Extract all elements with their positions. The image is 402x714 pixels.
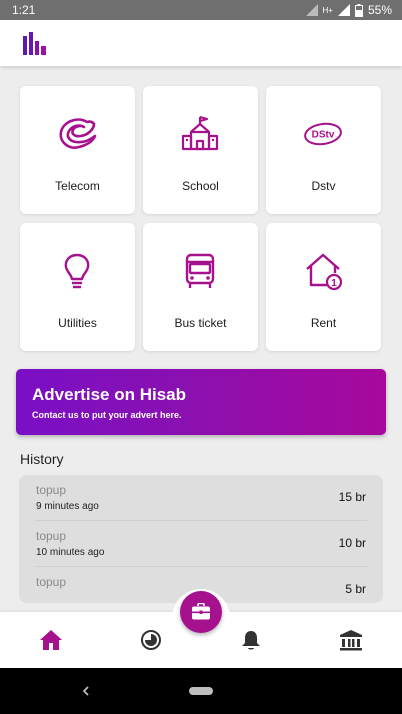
- transaction-type: topup: [36, 575, 67, 589]
- service-tile-rent[interactable]: 1 Rent: [266, 223, 381, 351]
- home-pill-button[interactable]: [189, 687, 213, 695]
- bus-icon: [185, 253, 215, 288]
- history-list[interactable]: topup 9 minutes ago 15 br topup 10 minut…: [19, 475, 383, 603]
- service-tile-utilities[interactable]: Utilities: [20, 223, 135, 351]
- home-icon: [40, 630, 62, 650]
- app-bar: [0, 20, 402, 66]
- briefcase-icon: [192, 603, 210, 620]
- system-navigation-bar: [0, 668, 402, 714]
- rent-badge-number: 1: [331, 278, 337, 289]
- bell-icon: [242, 631, 260, 650]
- service-label: Dstv: [311, 179, 336, 193]
- transaction-type: topup: [36, 483, 67, 497]
- ad-title: Advertise on Hisab: [32, 385, 186, 404]
- transaction-type: topup: [36, 529, 67, 543]
- status-time: 1:21: [12, 3, 36, 17]
- battery-icon: [354, 3, 363, 17]
- service-tile-school[interactable]: School: [143, 86, 258, 214]
- wallet-fab-button[interactable]: [180, 591, 222, 633]
- advertise-banner[interactable]: Advertise on Hisab Contact us to put you…: [16, 369, 386, 435]
- service-label: School: [182, 179, 219, 193]
- telecom-logo-icon: [59, 118, 97, 149]
- nav-bank[interactable]: [337, 626, 365, 654]
- transaction-time: 10 minutes ago: [36, 547, 105, 558]
- service-label: Bus ticket: [174, 316, 227, 330]
- bars-logo-icon: [23, 32, 46, 55]
- transaction-time: 9 minutes ago: [36, 501, 99, 512]
- service-label: Telecom: [55, 179, 100, 193]
- house-icon: 1: [306, 253, 343, 291]
- transaction-amount: 5 br: [345, 582, 366, 596]
- nav-home[interactable]: [37, 626, 65, 654]
- cell-signal-icon: [305, 4, 318, 16]
- dstv-logo-text: DStv: [312, 130, 335, 141]
- back-chevron-icon[interactable]: [80, 682, 92, 700]
- lightbulb-icon: [64, 253, 90, 289]
- nav-notifications[interactable]: [237, 626, 265, 654]
- history-row[interactable]: topup 10 minutes ago 10 br: [19, 521, 383, 567]
- service-label: Utilities: [58, 316, 97, 330]
- service-label: Rent: [310, 316, 337, 330]
- service-tile-dstv[interactable]: DStv Dstv: [266, 86, 381, 214]
- nav-history[interactable]: [137, 626, 165, 654]
- status-icons: H+ 55%: [305, 3, 392, 17]
- transaction-amount: 10 br: [338, 536, 366, 550]
- service-tile-bus-ticket[interactable]: Bus ticket: [143, 223, 258, 351]
- battery-percent: 55%: [367, 3, 392, 17]
- dstv-logo-icon: DStv: [304, 122, 342, 146]
- clock-icon: [141, 630, 161, 650]
- ad-subtitle: Contact us to put your advert here.: [32, 410, 182, 420]
- network-type: H+: [322, 5, 333, 15]
- school-icon: [181, 115, 219, 151]
- history-heading: History: [20, 451, 64, 467]
- transaction-amount: 15 br: [338, 490, 366, 504]
- history-row[interactable]: topup 9 minutes ago 15 br: [19, 475, 383, 521]
- signal-strength-icon: [337, 4, 350, 16]
- main-content: Telecom School DStv Dstv Utilities Bus t…: [0, 66, 402, 612]
- status-bar: 1:21 H+ 55%: [0, 0, 402, 20]
- bank-icon: [340, 630, 362, 651]
- service-tile-telecom[interactable]: Telecom: [20, 86, 135, 214]
